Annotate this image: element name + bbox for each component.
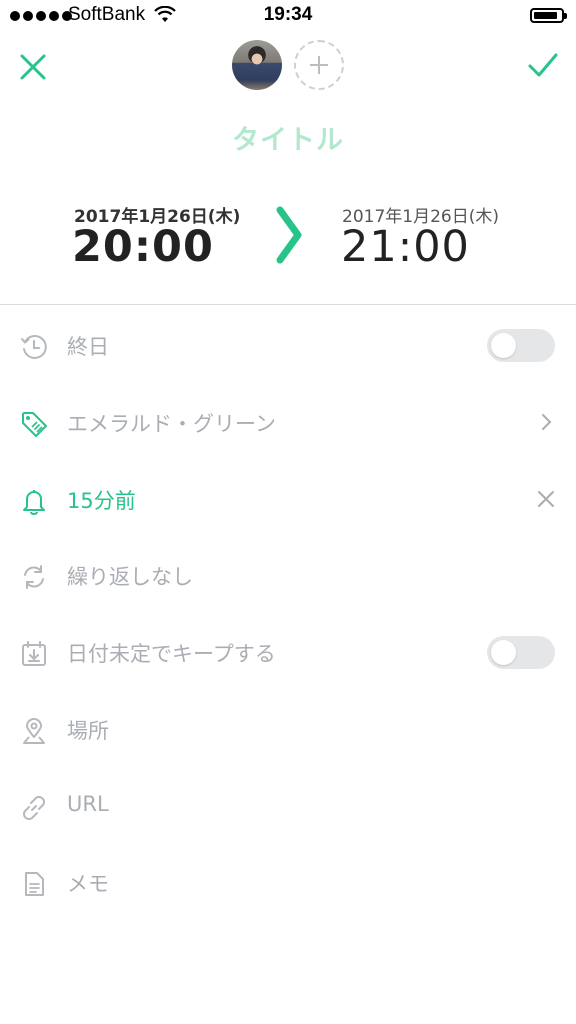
repeat-label: 繰り返しなし [67,565,193,589]
color-row[interactable]: エメラルド・グリーン [0,392,576,452]
url-row[interactable]: URL [0,776,576,836]
chevron-right-icon [276,206,302,264]
chevron-right-icon [542,414,552,430]
add-member-icon[interactable] [294,40,344,90]
keep-undecided-toggle[interactable] [487,636,555,669]
reminder-label: 15分前 [67,489,136,513]
memo-label: メモ [67,872,109,896]
location-label: 場所 [67,719,109,743]
repeat-icon [24,565,44,589]
location-row[interactable]: 場所 [0,699,576,759]
close-icon[interactable] [16,50,50,84]
all-day-row[interactable]: 終日 [0,315,576,375]
battery-icon [530,8,567,23]
check-icon[interactable] [526,48,560,82]
clock-icon [21,335,47,359]
reminder-row[interactable]: 15分前 [0,469,576,529]
url-label: URL [67,792,109,816]
end-time[interactable]: 21:00 [341,222,470,272]
title-input[interactable]: タイトル [0,118,576,157]
bell-icon [23,490,45,515]
keep-undecided-label: 日付未定でキープする [67,642,276,666]
all-day-label: 終日 [67,335,109,359]
keep-undecided-row[interactable]: 日付未定でキープする [0,622,576,682]
divider [0,304,576,305]
status-bar: SoftBank 19:34 [0,0,576,32]
link-icon [23,796,45,820]
memo-row[interactable]: メモ [0,852,576,912]
calendar-keep-icon [22,641,46,666]
repeat-row[interactable]: 繰り返しなし [0,545,576,605]
tag-icon [22,412,47,437]
document-icon [25,872,44,896]
clear-icon[interactable] [536,489,556,509]
all-day-toggle[interactable] [487,329,555,362]
color-label: エメラルド・グリーン [67,412,276,436]
location-pin-icon [23,718,45,744]
status-time: 19:34 [263,4,313,25]
avatar[interactable] [232,40,282,90]
start-time[interactable]: 20:00 [72,222,214,272]
